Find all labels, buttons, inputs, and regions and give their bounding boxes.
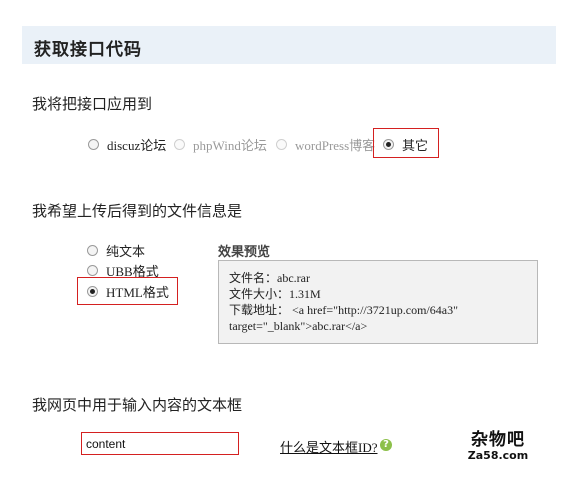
radio-button[interactable] [174, 139, 185, 150]
radio-label: 纯文本 [106, 244, 146, 259]
textbox-label: 我网页中用于输入内容的文本框 [32, 398, 243, 414]
radio-button[interactable] [88, 139, 99, 150]
radio-button[interactable] [276, 139, 287, 150]
logo-domain: Za58.com [467, 449, 529, 462]
file-info-label: 我希望上传后得到的文件信息是 [32, 204, 243, 220]
preview-line: target="_blank">abc.rar</a> [229, 319, 368, 333]
what-is-textbox-id-link[interactable]: 什么是文本框ID? [280, 437, 378, 456]
highlight-box-html [77, 277, 178, 305]
preview-title: 效果预览 [218, 244, 271, 259]
preview-line: 下载地址： <a href="http://3721up.com/64a3" [229, 303, 458, 317]
radio-label: wordPress博客 [295, 138, 376, 153]
preview-line: 文件名：abc.rar [229, 271, 310, 285]
radio-label: phpWind论坛 [193, 138, 267, 153]
radio-option-plain-text[interactable]: 纯文本 [87, 241, 145, 260]
radio-option-phpwind[interactable]: phpWind论坛 [174, 135, 267, 154]
textbox-id-field[interactable] [81, 432, 239, 455]
radio-button[interactable] [87, 245, 98, 256]
page-title: 获取接口代码 [34, 40, 142, 60]
section-header: 获取接口代码 [22, 26, 556, 64]
preview-line: 文件大小：1.31M [229, 287, 321, 301]
radio-button[interactable] [87, 265, 98, 276]
logo-text: 杂物吧 [471, 430, 525, 450]
question-icon[interactable]: ? [380, 439, 392, 451]
radio-label: discuz论坛 [107, 138, 167, 153]
radio-option-discuz[interactable]: discuz论坛 [88, 135, 166, 154]
preview-box: 文件名：abc.rar 文件大小：1.31M 下载地址： <a href="ht… [218, 260, 538, 344]
radio-option-wordpress[interactable]: wordPress博客 [276, 135, 375, 154]
apply-to-label: 我将把接口应用到 [32, 97, 153, 113]
highlight-box-other [373, 128, 439, 158]
site-logo: 杂物吧 Za58.com [462, 425, 534, 462]
textbox-id-input[interactable] [86, 434, 236, 453]
